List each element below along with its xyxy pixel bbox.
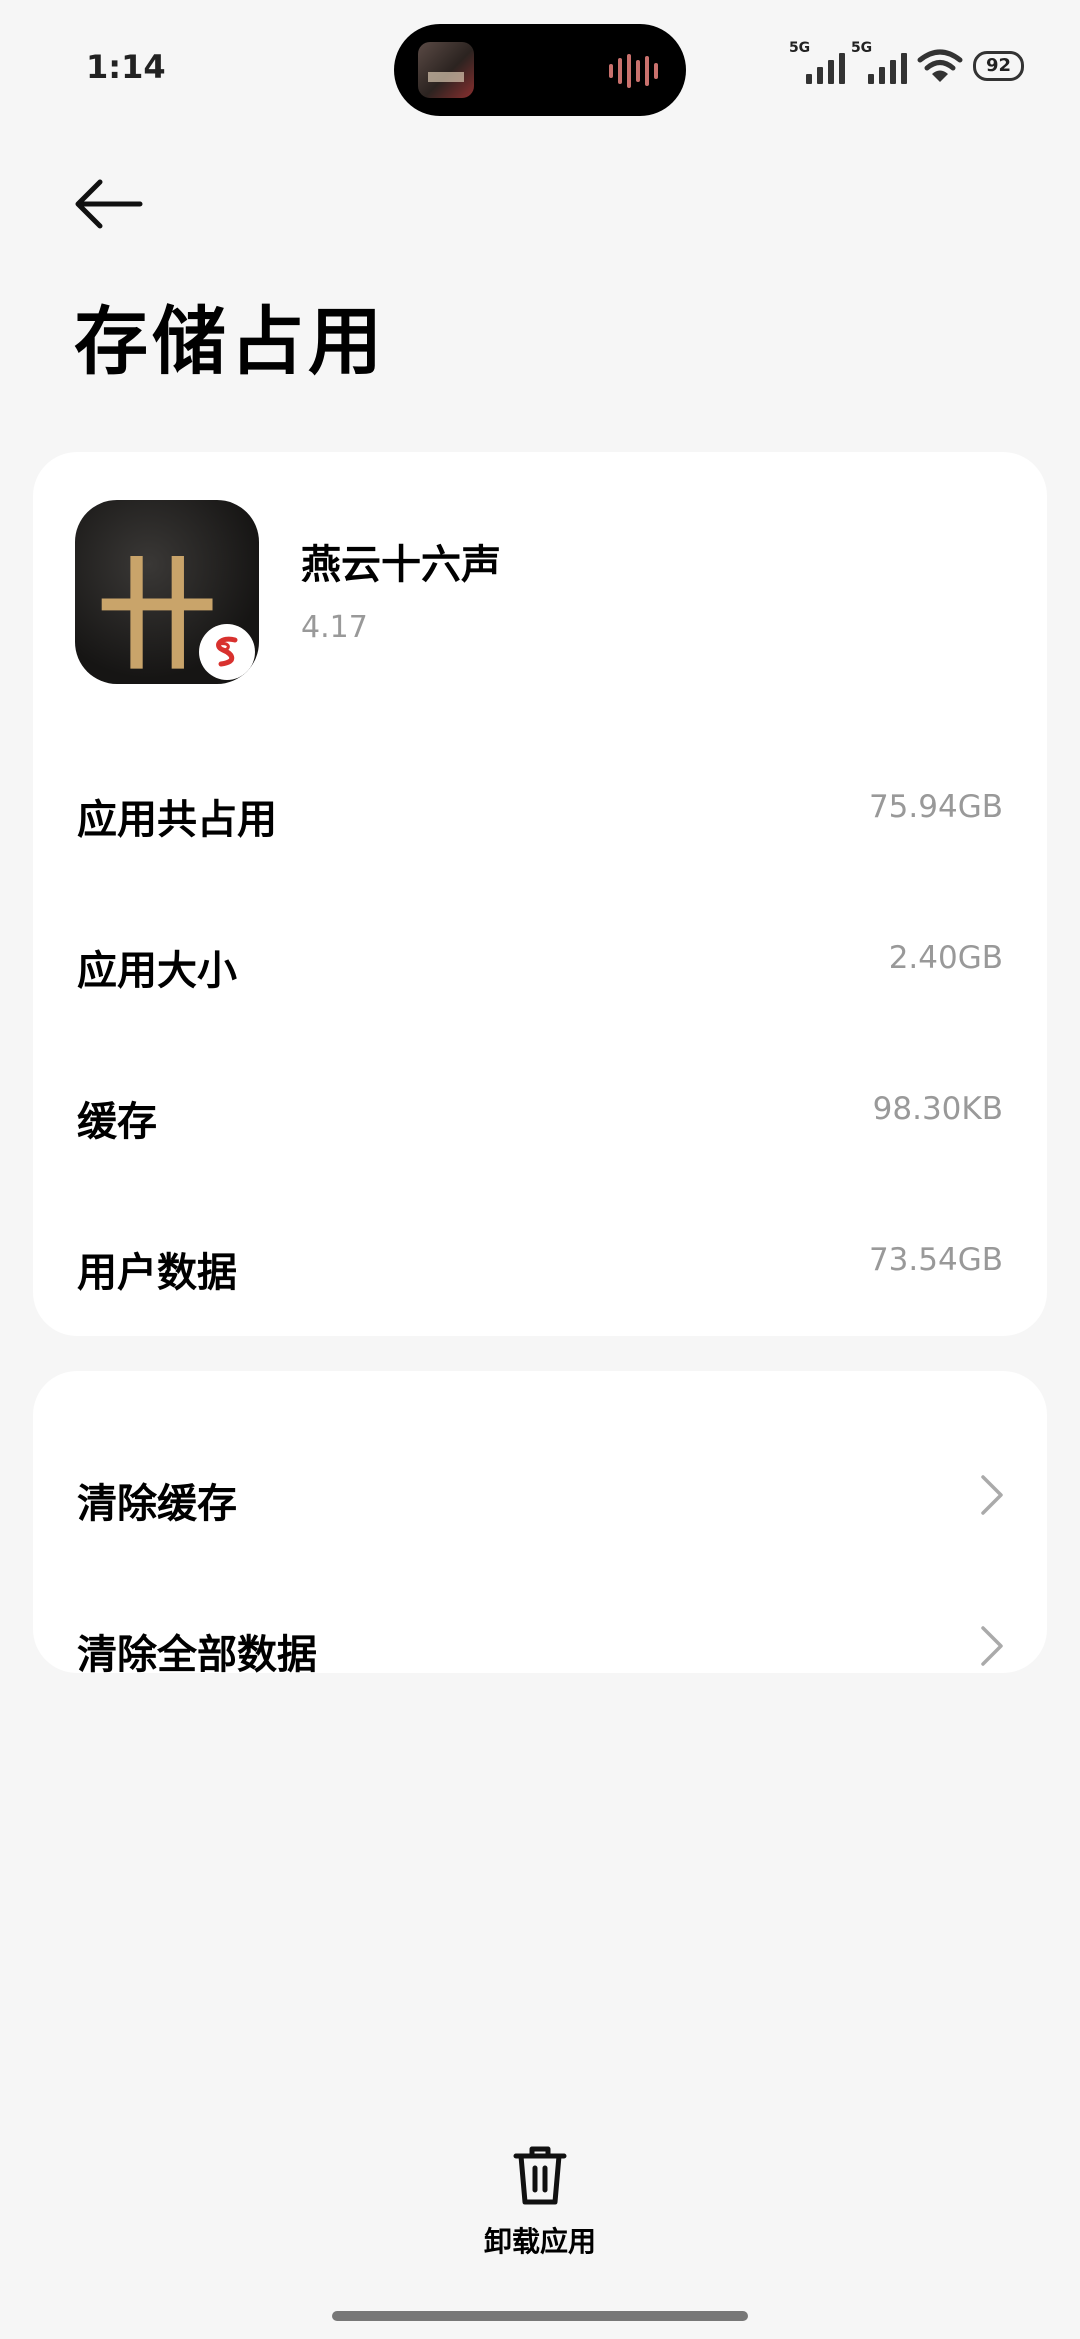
uninstall-button[interactable]: 卸载应用	[460, 2144, 620, 2258]
audio-wave-icon	[609, 54, 658, 88]
app-icon-glyph: 卄	[97, 545, 217, 684]
status-bar: 1:14 5G 5G 92	[0, 0, 1080, 140]
storage-row-label: 缓存	[77, 1099, 157, 1145]
back-arrow-icon[interactable]	[72, 176, 144, 232]
signal-icon-sim1: 5G	[789, 40, 845, 86]
storage-row-value: 75.94GB	[868, 789, 1003, 825]
chevron-right-icon	[981, 1626, 1003, 1666]
storage-info-card: 卄 燕云十六声 4.17 应用共占用 75.94GB 应用大小 2.40GB 缓…	[33, 452, 1047, 1336]
chevron-right-icon	[981, 1475, 1003, 1515]
storage-row-app-size: 应用大小 2.40GB	[33, 910, 1047, 1010]
app-version: 4.17	[301, 610, 368, 645]
app-name: 燕云十六声	[301, 542, 501, 588]
storage-row-label: 应用大小	[77, 948, 237, 994]
clear-actions-card: 清除缓存 清除全部数据	[33, 1371, 1047, 1678]
wifi-icon	[917, 49, 963, 82]
clear-all-data-label: 清除全部数据	[77, 1632, 317, 1678]
storage-row-user-data: 用户数据 73.54GB	[33, 1212, 1047, 1312]
storage-row-value: 73.54GB	[868, 1242, 1003, 1278]
trash-icon	[513, 2146, 567, 2205]
storage-row-label: 用户数据	[77, 1250, 237, 1296]
uninstall-label: 卸载应用	[483, 2225, 596, 2258]
signal-icon-sim2: 5G	[851, 40, 907, 86]
now-playing-artwork	[418, 42, 474, 98]
clear-all-data-item[interactable]: 清除全部数据	[33, 1594, 1047, 1694]
dynamic-island[interactable]	[394, 24, 686, 116]
home-indicator[interactable]	[332, 2311, 748, 2321]
storage-row-label: 应用共占用	[77, 797, 277, 843]
page-title: 存储占用	[74, 299, 386, 385]
storage-row-total: 应用共占用 75.94GB	[33, 759, 1047, 859]
storage-row-cache: 缓存 98.30KB	[33, 1061, 1047, 1161]
clear-cache-item[interactable]: 清除缓存	[33, 1443, 1047, 1543]
storage-row-value: 98.30KB	[872, 1091, 1003, 1127]
storage-row-value: 2.40GB	[888, 940, 1003, 976]
clear-cache-label: 清除缓存	[77, 1481, 237, 1527]
battery-indicator: 92	[972, 51, 1024, 81]
status-time: 1:14	[86, 48, 166, 86]
status-icons: 5G 5G 92	[789, 40, 1024, 86]
app-icon: 卄	[75, 500, 259, 684]
netease-badge-icon	[199, 624, 255, 680]
